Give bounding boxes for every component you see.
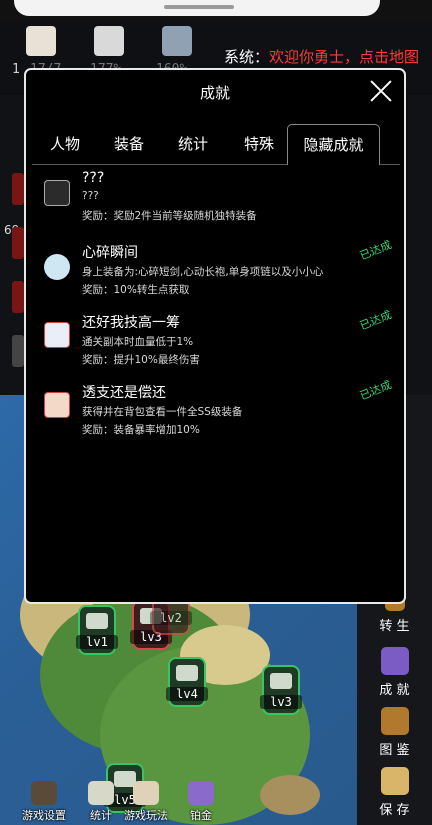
right-side-panel (408, 95, 432, 395)
level-label: lv1 (76, 635, 118, 649)
stats-label: 统计 (90, 809, 112, 822)
achievement-item[interactable]: 还好我技高一筹 通关副本时血量低于1% 奖励：提升10%最终伤害 已达成 (26, 308, 404, 372)
notification-pill[interactable] (14, 0, 380, 16)
settings-icon (31, 781, 57, 805)
question-icon (44, 180, 70, 206)
platinum-icon (188, 781, 214, 805)
achievement-name: ??? (82, 170, 105, 186)
achievement-name: 透支还是偿还 (82, 385, 166, 401)
side-tab[interactable] (12, 227, 24, 259)
rebirth-label: 转 生 (379, 619, 410, 634)
save-scroll-icon (380, 767, 409, 795)
achievement-reward: 奖励：奖励2件当前等级随机独特装备 (82, 210, 257, 222)
achievement-reward: 奖励：10%转生点获取 (82, 284, 190, 296)
achievement-name: 心碎瞬间 (82, 245, 138, 261)
achievement-dialog: 成就 人物 装备 统计 特殊 隐藏成就 ??? ??? 奖励：奖励2件当前等级随… (24, 68, 406, 604)
dialog-title: 成就 (199, 84, 230, 102)
stats-icon (88, 781, 114, 805)
system-label: 系统： (224, 48, 270, 66)
level-label: lv2 (150, 611, 192, 625)
achievement-reward: 奖励：装备暴率增加10% (82, 424, 200, 436)
tab-bar: 人物 装备 统计 特殊 隐藏成就 (32, 124, 400, 165)
tab-equipment[interactable]: 装备 (104, 124, 154, 164)
level-node[interactable]: lv4 (166, 657, 208, 707)
gameplay-label: 游戏玩法 (124, 809, 168, 822)
achievement-desc: 获得并在背包查看一件全SS级装备 (82, 406, 243, 418)
side-tab[interactable] (12, 173, 24, 205)
level-node[interactable]: lv3 (260, 665, 302, 715)
achievement-name: 还好我技高一筹 (82, 315, 180, 331)
shield-icon (162, 26, 192, 56)
bottom-menu: 游戏设置 统计 游戏玩法 铂金 (0, 775, 357, 825)
achievement-button[interactable]: 成 就 (357, 647, 432, 698)
achievement-item[interactable]: ??? ??? 奖励：奖励2件当前等级随机独特装备 (26, 170, 404, 230)
achievement-desc: 通关副本时血量低于1% (82, 336, 194, 348)
settings-label: 游戏设置 (22, 809, 66, 822)
codex-label: 图 鉴 (379, 743, 410, 758)
close-icon[interactable] (368, 78, 394, 104)
side-tab[interactable] (12, 335, 24, 367)
stat-value: 1 (12, 62, 20, 77)
codex-button[interactable]: 图 鉴 (357, 707, 432, 758)
broken-heart-icon (44, 254, 70, 280)
achievement-desc: 身上装备为:心碎短剑,心动长袍,单身项链以及小小心 (82, 266, 324, 278)
settings-button[interactable]: 游戏设置 (22, 781, 66, 823)
tab-statistics[interactable]: 统计 (168, 124, 218, 164)
save-button[interactable]: 保 存 (357, 767, 432, 818)
gameplay-icon (133, 781, 159, 805)
sword-icon (26, 26, 56, 56)
fist-icon (94, 26, 124, 56)
achievement-book-icon (380, 647, 409, 675)
achievement-reward: 奖励：提升10%最终伤害 (82, 354, 200, 366)
drag-handle[interactable] (164, 5, 234, 9)
left-side-panel: 69 (0, 95, 24, 395)
tab-hidden-achievements[interactable]: 隐藏成就 (287, 124, 380, 165)
achievement-item[interactable]: 心碎瞬间 身上装备为:心碎短剑,心动长袍,单身项链以及小小心 奖励：10%转生点… (26, 238, 404, 302)
scroll-icon (270, 673, 292, 689)
scroll-icon (176, 665, 198, 681)
tab-character[interactable]: 人物 (40, 124, 90, 164)
stats-button[interactable]: 统计 (88, 781, 114, 823)
platinum-button[interactable]: 铂金 (188, 781, 214, 823)
achievement-desc: ??? (82, 190, 99, 202)
scroll-icon (86, 613, 108, 629)
coin-icon (44, 392, 70, 418)
completed-badge: 已达成 (357, 238, 394, 263)
level-node[interactable]: lv1 (76, 605, 118, 655)
level-label: lv4 (166, 687, 208, 701)
achievement-label: 成 就 (379, 683, 410, 698)
tab-special[interactable]: 特殊 (234, 124, 284, 164)
achievement-item[interactable]: 透支还是偿还 获得并在背包查看一件全SS级装备 奖励：装备暴率增加10% 已达成 (26, 378, 404, 442)
level-label: lv3 (260, 695, 302, 709)
brain-icon (44, 322, 70, 348)
save-label: 保 存 (379, 803, 410, 818)
completed-badge: 已达成 (357, 308, 394, 333)
status-bar (0, 0, 432, 22)
gameplay-button[interactable]: 游戏玩法 (124, 781, 168, 823)
platinum-label: 铂金 (190, 809, 212, 822)
side-tab[interactable] (12, 281, 24, 313)
codex-book-icon (380, 707, 409, 735)
completed-badge: 已达成 (357, 378, 394, 403)
